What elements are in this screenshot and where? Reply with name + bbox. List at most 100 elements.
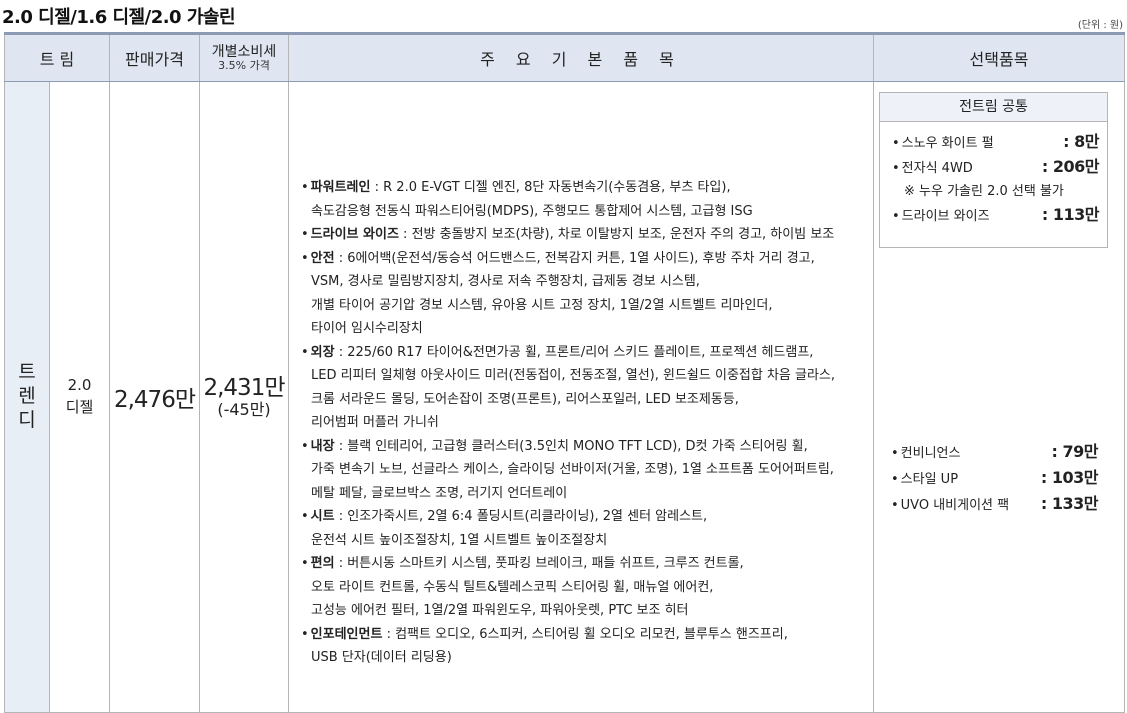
option-price: : 8만 xyxy=(1063,132,1099,151)
basic-item-text: USB 단자(데이터 리딩용) xyxy=(311,650,452,666)
basic-item-line: 속도감응형 전동식 파워스티어링(MDPS), 주행모드 통합제어 시스템, 고… xyxy=(301,200,867,224)
header-items: 주 요 기 본 품 목 xyxy=(288,32,874,82)
basic-item-text: 버튼시동 스마트키 시스템, 풋파킹 브레이크, 패들 쉬프트, 크루즈 컨트롤… xyxy=(347,556,744,572)
basic-items-cell: 파워트레인 : R 2.0 E-VGT 디젤 엔진, 8단 자동변속기(수동겸용… xyxy=(288,81,874,713)
table-header-row: 트 림 판매가격 개별소비세 3.5% 가격 주 요 기 본 품 목 선택품목 xyxy=(4,32,1125,82)
basic-item-text: 인조가죽시트, 2열 6:4 폴딩시트(리클라이닝), 2열 센터 암레스트, xyxy=(347,509,708,525)
basic-item-text: 225/60 R17 타이어&전면가공 휠, 프론트/리어 스키드 플레이트, … xyxy=(347,344,814,360)
option-name: 컨비니언스 xyxy=(891,442,961,466)
trim-char: 트 xyxy=(18,361,36,384)
basic-item-line: 시트 : 인조가죽시트, 2열 6:4 폴딩시트(리클라이닝), 2열 센터 암… xyxy=(301,505,867,529)
option-name: 전자식 4WD xyxy=(892,157,973,180)
basic-item-text: 메탈 페달, 글로브박스 조명, 러기지 언더트레이 xyxy=(311,485,568,501)
option-price: : 79만 xyxy=(1051,442,1099,461)
basic-item-line: 리어범퍼 머플러 가니쉬 xyxy=(301,411,867,435)
basic-item-label: 편의 xyxy=(310,556,335,572)
basic-item-text: R 2.0 E-VGT 디젤 엔진, 8단 자동변속기(수동겸용, 부츠 타입)… xyxy=(383,180,731,196)
trim-char: 디 xyxy=(18,408,36,431)
header-price: 판매가격 xyxy=(109,32,200,82)
basic-item-group: 내장 : 블랙 인테리어, 고급형 클러스터(3.5인치 MONO TFT LC… xyxy=(301,435,867,506)
trim-char: 렌 xyxy=(18,385,36,408)
option-price: : 113만 xyxy=(1041,205,1100,224)
trim-name: 트 렌 디 xyxy=(4,81,50,713)
option-row: 스타일 UP: 103만 xyxy=(879,466,1106,492)
header-tax: 개별소비세 3.5% 가격 xyxy=(199,32,289,82)
option-name: 스타일 UP xyxy=(891,468,958,492)
option-price: : 206만 xyxy=(1041,157,1100,176)
engine-displacement: 2.0 xyxy=(67,376,92,395)
header-options: 선택품목 xyxy=(873,32,1125,82)
options-cell: 전트림 공통 스노우 화이트 펄 : 8만전자식 4WD : 206만 ※ 누우 가솔… xyxy=(873,81,1125,713)
basic-item-line: 파워트레인 : R 2.0 E-VGT 디젤 엔진, 8단 자동변속기(수동겸용… xyxy=(301,176,867,200)
page-title: 2.0 디젤/1.6 디젤/2.0 가솔린 xyxy=(2,7,236,28)
option-name: 스노우 화이트 펄 xyxy=(892,132,994,155)
basic-item-line: 크롬 서라운드 몰딩, 도어손잡이 조명(프론트), 리어스포일러, LED 보… xyxy=(301,388,867,412)
basic-item-label: 인포테인먼트 xyxy=(310,626,383,642)
basic-item-line: 외장 : 225/60 R17 타이어&전면가공 휠, 프론트/리어 스키드 플… xyxy=(301,341,867,365)
basic-item-text: 가죽 변속기 노브, 선글라스 케이스, 슬라이딩 선바이저(거울, 조명), … xyxy=(311,462,834,478)
basic-item-text: 타이어 임시수리장치 xyxy=(311,321,423,337)
header-tax-main: 개별소비세 xyxy=(211,43,277,60)
option-price: : 133만 xyxy=(1040,494,1099,513)
basic-item-text: 리어범퍼 머플러 가니쉬 xyxy=(311,415,439,431)
basic-item-line: 고성능 에어컨 필터, 1열/2열 파워윈도우, 파워아웃렛, PTC 보조 히… xyxy=(301,599,867,623)
tax-price-cell: 2,431만 (-45만) xyxy=(199,81,289,713)
basic-item-text: 고성능 에어컨 필터, 1열/2열 파워윈도우, 파워아웃렛, PTC 보조 히… xyxy=(311,603,689,619)
basic-item-line: 드라이브 와이즈 : 전방 충돌방지 보조(차량), 차로 이탈방지 보조, 운… xyxy=(301,223,867,247)
basic-item-text: VSM, 경사로 밀림방지장치, 경사로 저속 주행장치, 급제동 경보 시스템… xyxy=(311,274,700,290)
basic-items-list: 파워트레인 : R 2.0 E-VGT 디젤 엔진, 8단 자동변속기(수동겸용… xyxy=(301,176,867,670)
basic-item-text: 컴팩트 오디오, 6스피커, 스티어링 휠 오디오 리모컨, 블루투스 핸즈프리… xyxy=(395,626,788,642)
engine-fuel: 디젤 xyxy=(65,398,94,416)
common-options-title: 전트림 공통 xyxy=(880,93,1107,122)
basic-item-line: 오토 라이트 컨트롤, 수동식 틸트&텔레스코픽 스티어링 휠, 매뉴얼 에어컨… xyxy=(301,576,867,600)
basic-item-group: 파워트레인 : R 2.0 E-VGT 디젤 엔진, 8단 자동변속기(수동겸용… xyxy=(301,176,867,223)
basic-item-line: 인포테인먼트 : 컴팩트 오디오, 6스피커, 스티어링 휠 오디오 리모컨, … xyxy=(301,623,867,647)
basic-item-line: 편의 : 버튼시동 스마트키 시스템, 풋파킹 브레이크, 패들 쉬프트, 크루… xyxy=(301,552,867,576)
common-options-list: 스노우 화이트 펄 : 8만전자식 4WD : 206만 ※ 누우 가솔린 2.0 선… xyxy=(880,122,1107,228)
option-name: 드라이브 와이즈 xyxy=(892,205,990,228)
basic-item-label: 파워트레인 xyxy=(310,180,371,196)
header-tax-sub: 3.5% 가격 xyxy=(218,58,270,72)
basic-item-group: 안전 : 6에어백(운전석/동승석 어드밴스드, 전복감지 커튼, 1열 사이드… xyxy=(301,247,867,341)
common-options-box: 전트림 공통 스노우 화이트 펄 : 8만전자식 4WD : 206만 ※ 누우 가솔… xyxy=(879,92,1108,248)
option-row: 컨비니언스 : 79만 xyxy=(879,440,1106,466)
basic-item-line: LED 리피터 일체형 아웃사이드 미러(전동접이, 전동조절, 열선), 윈드… xyxy=(301,364,867,388)
header-trim: 트 림 xyxy=(4,32,110,82)
basic-item-text: 운전석 시트 높이조절장치, 1열 시트벨트 높이조절장치 xyxy=(311,532,608,548)
basic-item-text: 개별 타이어 공기압 경보 시스템, 유아용 시트 고정 장치, 1열/2열 시… xyxy=(311,297,773,313)
option-row: 전자식 4WD : 206만 xyxy=(880,155,1107,180)
extra-options-list: 컨비니언스 : 79만스타일 UP: 103만 UVO 내비게이션 팩 : 133만 xyxy=(879,440,1106,518)
basic-item-line: VSM, 경사로 밀림방지장치, 경사로 저속 주행장치, 급제동 경보 시스템… xyxy=(301,270,867,294)
basic-item-text: 크롬 서라운드 몰딩, 도어손잡이 조명(프론트), 리어스포일러, LED 보… xyxy=(311,391,739,407)
basic-item-group: 편의 : 버튼시동 스마트키 시스템, 풋파킹 브레이크, 패들 쉬프트, 크루… xyxy=(301,552,867,623)
tax-price: 2,431만 xyxy=(203,374,285,401)
basic-item-group: 인포테인먼트 : 컴팩트 오디오, 6스피커, 스티어링 휠 오디오 리모컨, … xyxy=(301,623,867,670)
basic-item-label: 안전 xyxy=(310,250,335,266)
option-row: UVO 내비게이션 팩 : 133만 xyxy=(879,492,1106,518)
engine-cell: 2.0 디젤 xyxy=(49,81,110,713)
basic-item-text: LED 리피터 일체형 아웃사이드 미러(전동접이, 전동조절, 열선), 윈드… xyxy=(311,368,836,384)
option-name: UVO 내비게이션 팩 xyxy=(891,494,1009,518)
option-note: ※ 누우 가솔린 2.0 선택 불가 xyxy=(904,184,1064,199)
basic-item-group: 시트 : 인조가죽시트, 2열 6:4 폴딩시트(리클라이닝), 2열 센터 암… xyxy=(301,505,867,552)
basic-item-line: 개별 타이어 공기압 경보 시스템, 유아용 시트 고정 장치, 1열/2열 시… xyxy=(301,294,867,318)
basic-item-group: 외장 : 225/60 R17 타이어&전면가공 휠, 프론트/리어 스키드 플… xyxy=(301,341,867,435)
basic-item-group: 드라이브 와이즈 : 전방 충돌방지 보조(차량), 차로 이탈방지 보조, 운… xyxy=(301,223,867,247)
basic-item-line: 가죽 변속기 노브, 선글라스 케이스, 슬라이딩 선바이저(거울, 조명), … xyxy=(301,458,867,482)
table-row: 트 렌 디 2.0 디젤 2,476만 2,431만 (-45만) 파워트레인 … xyxy=(4,81,1125,713)
basic-item-text: 6에어백(운전석/동승석 어드밴스드, 전복감지 커튼, 1열 사이드), 후방… xyxy=(347,250,815,266)
basic-item-line: 운전석 시트 높이조절장치, 1열 시트벨트 높이조절장치 xyxy=(301,529,867,553)
basic-item-label: 내장 xyxy=(310,438,335,454)
tax-diff: (-45만) xyxy=(217,399,271,419)
basic-item-line: 타이어 임시수리장치 xyxy=(301,317,867,341)
option-row: 드라이브 와이즈 : 113만 xyxy=(880,203,1107,228)
basic-item-label: 외장 xyxy=(310,344,335,360)
option-row: 스노우 화이트 펄 : 8만 xyxy=(880,130,1107,155)
basic-item-text: 오토 라이트 컨트롤, 수동식 틸트&텔레스코픽 스티어링 휠, 매뉴얼 에어컨… xyxy=(311,579,714,595)
price-table: 트 림 판매가격 개별소비세 3.5% 가격 주 요 기 본 품 목 선택품목 … xyxy=(4,32,1125,713)
basic-item-line: USB 단자(데이터 리딩용) xyxy=(301,646,867,670)
sale-price: 2,476만 xyxy=(109,81,200,713)
basic-item-text: 속도감응형 전동식 파워스티어링(MDPS), 주행모드 통합제어 시스템, 고… xyxy=(311,203,753,219)
unit-label: (단위 : 원) xyxy=(1077,20,1123,31)
basic-item-label: 드라이브 와이즈 xyxy=(310,227,399,243)
